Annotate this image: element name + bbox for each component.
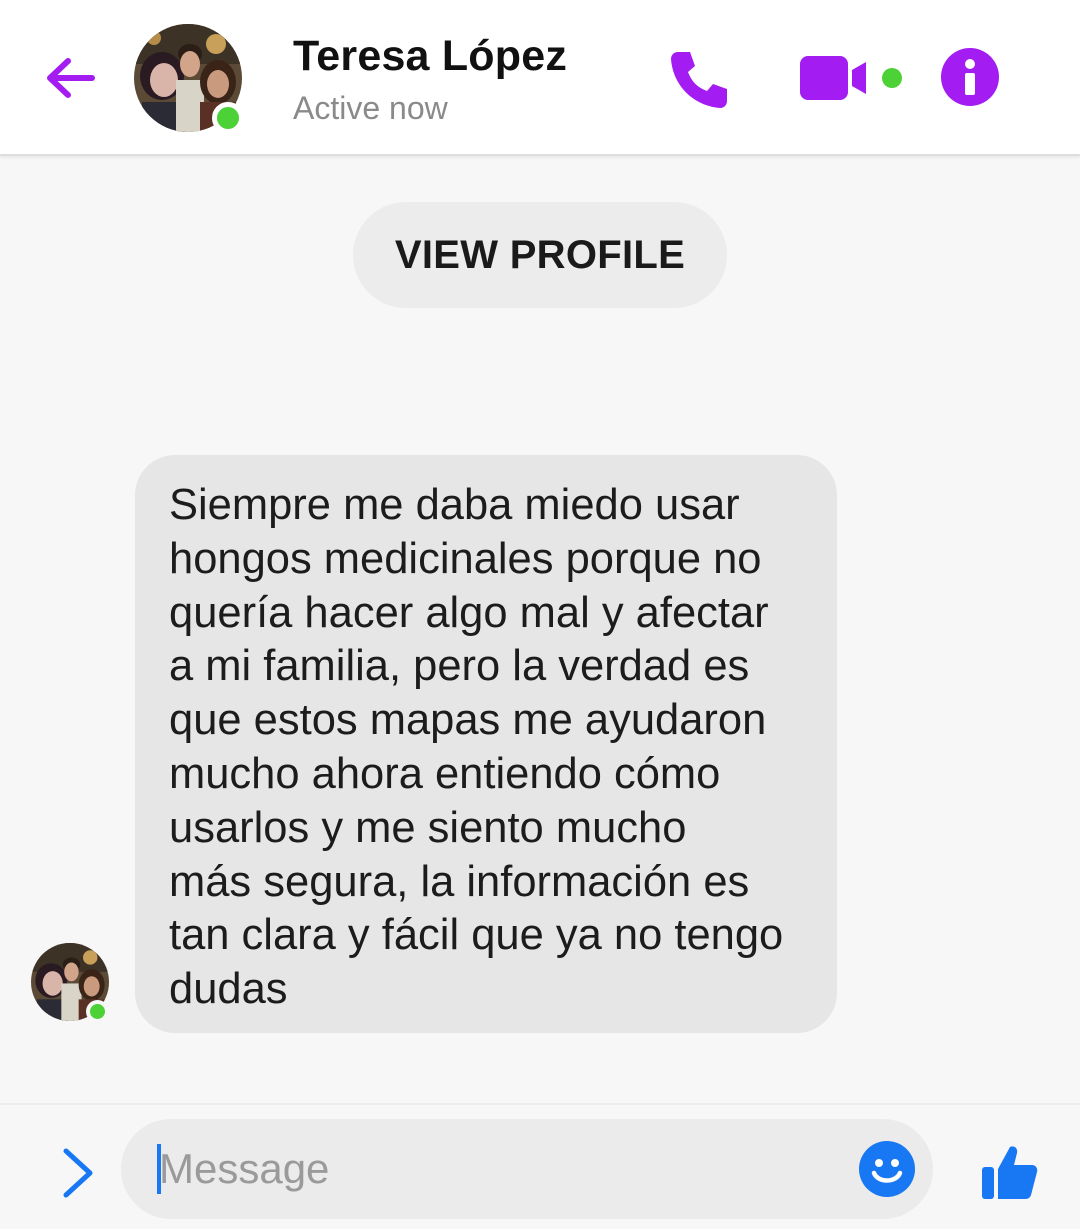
incoming-message-bubble[interactable]: Siempre me daba miedo usar hongos medici…: [135, 455, 837, 1033]
message-line: quería hacer algo mal y afectar: [169, 588, 769, 637]
video-camera-icon: [800, 56, 902, 100]
message-line: a mi familia, pero la verdad es: [169, 642, 750, 691]
online-status-dot: [86, 1000, 109, 1023]
message-line: tan clara y fácil que ya no tengo: [169, 911, 784, 960]
view-profile-button[interactable]: VIEW PROFILE: [353, 202, 727, 308]
thumbs-up-icon: [982, 1146, 1038, 1199]
message-line: hongos medicinales porque no: [169, 534, 762, 583]
message-line: que estos mapas me ayudaron: [169, 696, 767, 745]
message-line: más segura, la información es: [169, 857, 750, 906]
sender-avatar[interactable]: [31, 943, 109, 1023]
message-input-box[interactable]: [121, 1119, 933, 1219]
emoji-button[interactable]: [859, 1141, 915, 1197]
message-input[interactable]: [159, 1135, 839, 1203]
voice-call-button[interactable]: [664, 44, 734, 114]
phone-icon: [671, 52, 727, 108]
contact-avatar[interactable]: [134, 24, 244, 134]
back-button[interactable]: [40, 48, 100, 108]
message-line: dudas: [169, 965, 288, 1014]
message-line: mucho ahora entiendo cómo: [169, 749, 721, 798]
conversation-info-button[interactable]: [941, 48, 999, 106]
message-composer: [0, 1103, 1080, 1229]
info-icon: [965, 59, 975, 95]
video-call-button[interactable]: [796, 50, 906, 106]
like-button[interactable]: [978, 1141, 1040, 1203]
chat-header: Teresa López Active now: [0, 0, 1080, 156]
contact-name[interactable]: Teresa López: [293, 32, 567, 81]
smiley-icon: [871, 1159, 903, 1183]
arrow-left-icon: [47, 58, 95, 98]
active-status: Active now: [293, 90, 448, 126]
message-line: usarlos y me siento mucho: [169, 803, 687, 852]
online-status-dot: [212, 102, 244, 134]
expand-actions-button[interactable]: [56, 1145, 100, 1201]
messenger-chat-screen: Teresa López Active now VIEW PROFILE Sie…: [0, 0, 1080, 1229]
chevron-right-icon: [63, 1148, 93, 1198]
message-line: Siempre me daba miedo usar: [169, 481, 740, 529]
